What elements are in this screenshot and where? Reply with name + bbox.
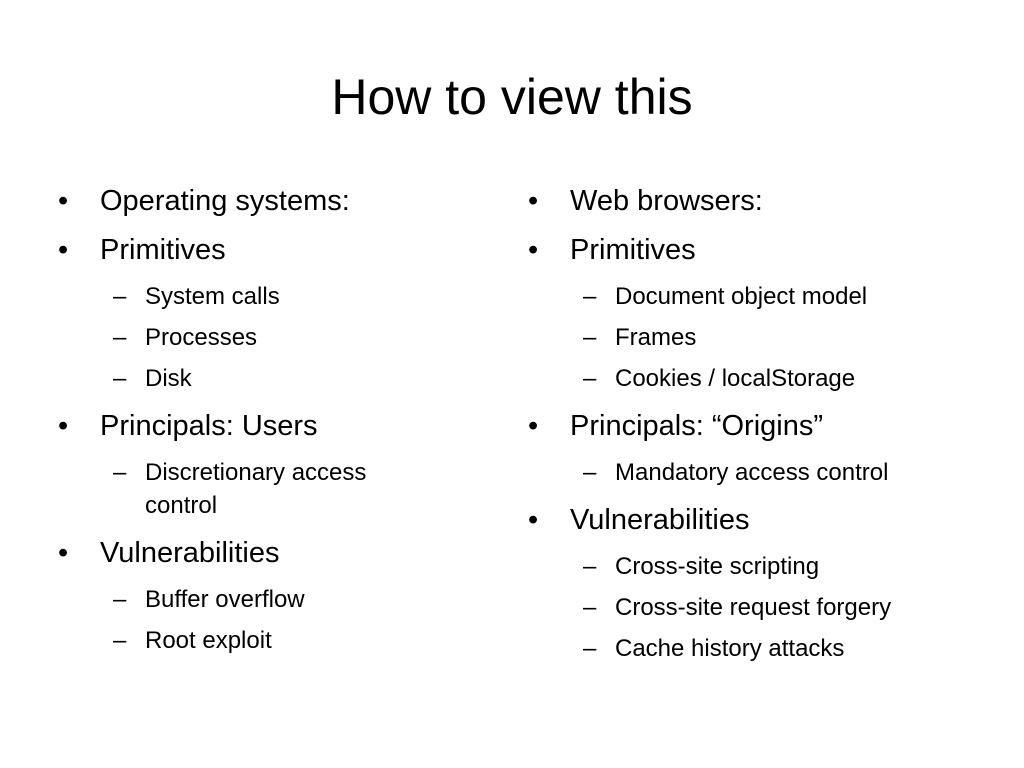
- sub-bullet-item: – Buffer overflow: [58, 583, 498, 616]
- bullet-text: System calls: [145, 283, 280, 310]
- bullet-icon: •: [528, 504, 539, 536]
- bullet-text: Cache history attacks: [615, 635, 845, 662]
- bullet-text: Principals: “Origins”: [570, 410, 823, 442]
- dash-icon: –: [583, 283, 597, 310]
- bullet-text: Cross-site request forgery: [615, 594, 892, 621]
- bullet-icon: •: [528, 410, 539, 442]
- dash-icon: –: [583, 553, 597, 580]
- bullet-text: Root exploit: [145, 627, 272, 654]
- bullet-icon: •: [58, 185, 69, 217]
- bullet-text: Document object model: [615, 283, 868, 310]
- bullet-item: • Vulnerabilities: [528, 503, 968, 538]
- dash-icon: –: [583, 594, 597, 621]
- sub-bullet-item: – Cross-site scripting: [528, 550, 968, 583]
- dash-icon: –: [583, 459, 597, 486]
- dash-icon: –: [583, 365, 597, 392]
- bullet-item: • Principals: “Origins”: [528, 409, 968, 444]
- bullet-text: Frames: [615, 324, 697, 351]
- bullet-icon: •: [528, 185, 539, 217]
- sub-bullet-item: – Processes: [58, 321, 498, 354]
- bullet-icon: •: [528, 234, 539, 266]
- bullet-text: Principals: Users: [100, 410, 318, 442]
- bullet-icon: •: [58, 410, 69, 442]
- bullet-text: Primitives: [570, 234, 696, 266]
- bullet-item: • Principals: Users: [58, 409, 498, 444]
- bullet-text: Processes: [145, 324, 258, 351]
- sub-bullet-item: – Cookies / localStorage: [528, 362, 968, 395]
- dash-icon: –: [113, 459, 127, 486]
- bullet-item: • Web browsers:: [528, 184, 968, 219]
- bullet-text: Discretionary access control: [145, 459, 367, 519]
- bullet-text: Buffer overflow: [145, 586, 305, 613]
- dash-icon: –: [113, 283, 127, 310]
- bullet-text: Vulnerabilities: [570, 504, 750, 536]
- sub-bullet-item: – Cross-site request forgery: [528, 591, 968, 624]
- dash-icon: –: [583, 324, 597, 351]
- bullet-item: • Operating systems:: [58, 184, 498, 219]
- bullet-text: Mandatory access control: [615, 459, 889, 486]
- sub-bullet-item: – Document object model: [528, 280, 968, 313]
- bullet-item: • Vulnerabilities: [58, 536, 498, 571]
- dash-icon: –: [113, 627, 127, 654]
- bullet-text: Operating systems:: [100, 185, 350, 217]
- sub-bullet-item: – Disk: [58, 362, 498, 395]
- dash-icon: –: [113, 365, 127, 392]
- right-column: • Web browsers: • Primitives – Document objec…: [528, 182, 968, 665]
- sub-bullet-item: – Frames: [528, 321, 968, 354]
- bullet-text: Vulnerabilities: [100, 537, 280, 569]
- bullet-text: Web browsers:: [570, 185, 763, 217]
- dash-icon: –: [113, 586, 127, 613]
- dash-icon: –: [583, 635, 597, 662]
- sub-bullet-item: – Mandatory access control: [528, 456, 968, 489]
- bullet-item: • Primitives: [58, 233, 498, 268]
- dash-icon: –: [113, 324, 127, 351]
- bullet-text: Disk: [145, 365, 192, 392]
- sub-bullet-item: – System calls: [58, 280, 498, 313]
- sub-bullet-item: – Discretionary access control: [58, 456, 415, 522]
- bullet-text: Primitives: [100, 234, 226, 266]
- bullet-item: • Primitives: [528, 233, 968, 268]
- bullet-text: Cross-site scripting: [615, 553, 820, 580]
- bullet-icon: •: [58, 234, 69, 266]
- left-column: • Operating systems: • Primitives – System ca…: [58, 182, 498, 657]
- sub-bullet-item: – Cache history attacks: [528, 632, 968, 665]
- bullet-text: Cookies / localStorage: [615, 365, 856, 392]
- sub-bullet-item: – Root exploit: [58, 624, 498, 657]
- slide-title: How to view this: [331, 69, 693, 125]
- bullet-icon: •: [58, 537, 69, 569]
